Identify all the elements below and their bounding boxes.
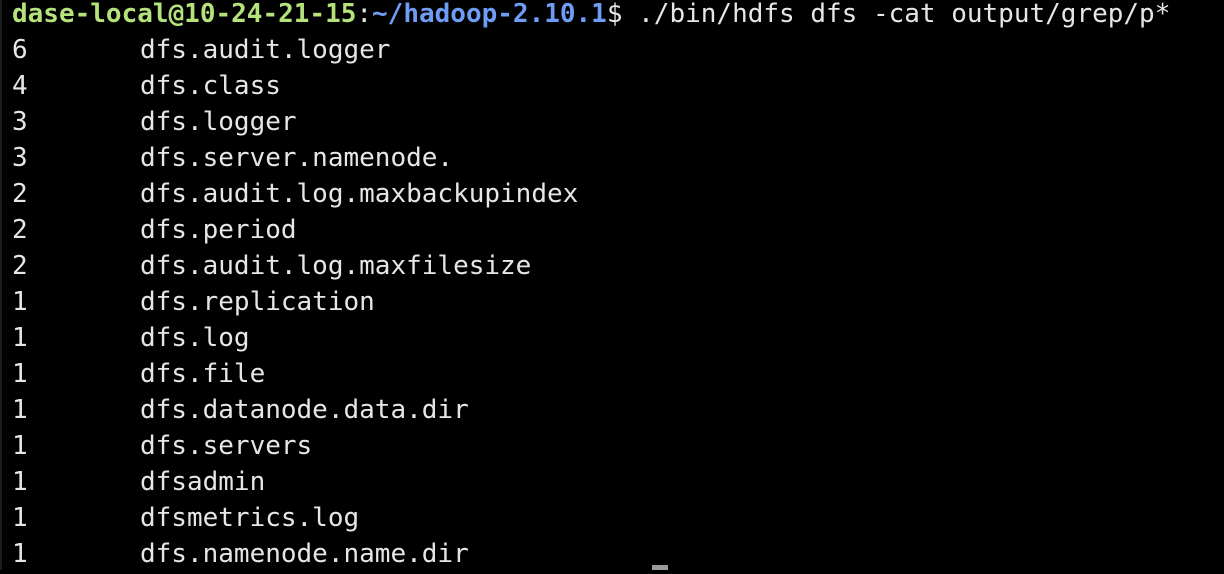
output-row: 3 dfs.logger bbox=[12, 104, 1224, 140]
output-key: dfs.datanode.data.dir bbox=[140, 395, 469, 425]
prompt-command: ./bin/hdfs dfs -cat output/grep/p* bbox=[622, 0, 1171, 29]
prompt-line: dase-local@10-24-21-15:~/hadoop-2.10.1$ … bbox=[12, 0, 1224, 32]
output-key: dfs.server.namenode. bbox=[140, 143, 454, 173]
output-key: dfs.namenode.name.dir bbox=[140, 539, 469, 569]
output-key: dfsadmin bbox=[140, 467, 266, 497]
output-count: 1 bbox=[12, 431, 28, 461]
output-count: 1 bbox=[12, 287, 28, 317]
terminal-window[interactable]: dase-local@10-24-21-15:~/hadoop-2.10.1$ … bbox=[0, 0, 1224, 570]
output-row: 3 dfs.server.namenode. bbox=[12, 140, 1224, 176]
output-key: dfs.servers bbox=[140, 431, 313, 461]
output-key: dfs.audit.log.maxbackupindex bbox=[140, 179, 579, 209]
output-key: dfs.audit.log.maxfilesize bbox=[140, 251, 532, 281]
prompt-symbol: $ bbox=[606, 0, 623, 29]
output-count: 1 bbox=[12, 395, 28, 425]
output-count: 1 bbox=[12, 503, 28, 533]
output-count: 4 bbox=[12, 71, 28, 101]
output-count: 1 bbox=[12, 359, 28, 389]
output-row: 2 dfs.period bbox=[12, 212, 1224, 248]
output-key: dfs.replication bbox=[140, 287, 375, 317]
output-count: 2 bbox=[12, 251, 28, 281]
command-output: 6 dfs.audit.logger 4 dfs.class 3 dfs.logger… bbox=[12, 32, 1224, 572]
output-key: dfs.audit.logger bbox=[140, 35, 391, 65]
output-key: dfsmetrics.log bbox=[140, 503, 360, 533]
prompt-separator: : bbox=[356, 0, 373, 29]
output-row: 1 dfs.namenode.name.dir bbox=[12, 536, 1224, 572]
output-row: 1 dfs.datanode.data.dir bbox=[12, 392, 1224, 428]
output-count: 6 bbox=[12, 35, 28, 65]
output-row: 6 dfs.audit.logger bbox=[12, 32, 1224, 68]
text-cursor bbox=[652, 565, 668, 570]
output-row: 2 dfs.audit.log.maxfilesize bbox=[12, 248, 1224, 284]
output-count: 1 bbox=[12, 323, 28, 353]
output-row: 1 dfsmetrics.log bbox=[12, 500, 1224, 536]
output-row: 1 dfs.log bbox=[12, 320, 1224, 356]
output-row: 1 dfsadmin bbox=[12, 464, 1224, 500]
output-row: 1 dfs.replication bbox=[12, 284, 1224, 320]
output-row: 2 dfs.audit.log.maxbackupindex bbox=[12, 176, 1224, 212]
prompt-user-host: dase-local@10-24-21-15 bbox=[12, 0, 357, 29]
output-count: 2 bbox=[12, 215, 28, 245]
output-count: 3 bbox=[12, 143, 28, 173]
output-key: dfs.class bbox=[140, 71, 281, 101]
output-row: 1 dfs.file bbox=[12, 356, 1224, 392]
output-count: 1 bbox=[12, 467, 28, 497]
output-key: dfs.file bbox=[140, 359, 266, 389]
output-row: 1 dfs.servers bbox=[12, 428, 1224, 464]
output-key: dfs.period bbox=[140, 215, 297, 245]
output-key: dfs.logger bbox=[140, 107, 297, 137]
output-count: 2 bbox=[12, 179, 28, 209]
output-count: 1 bbox=[12, 539, 28, 569]
output-key: dfs.log bbox=[140, 323, 250, 353]
output-row: 4 dfs.class bbox=[12, 68, 1224, 104]
prompt-cwd: ~/hadoop-2.10.1 bbox=[372, 0, 607, 29]
output-count: 3 bbox=[12, 107, 28, 137]
